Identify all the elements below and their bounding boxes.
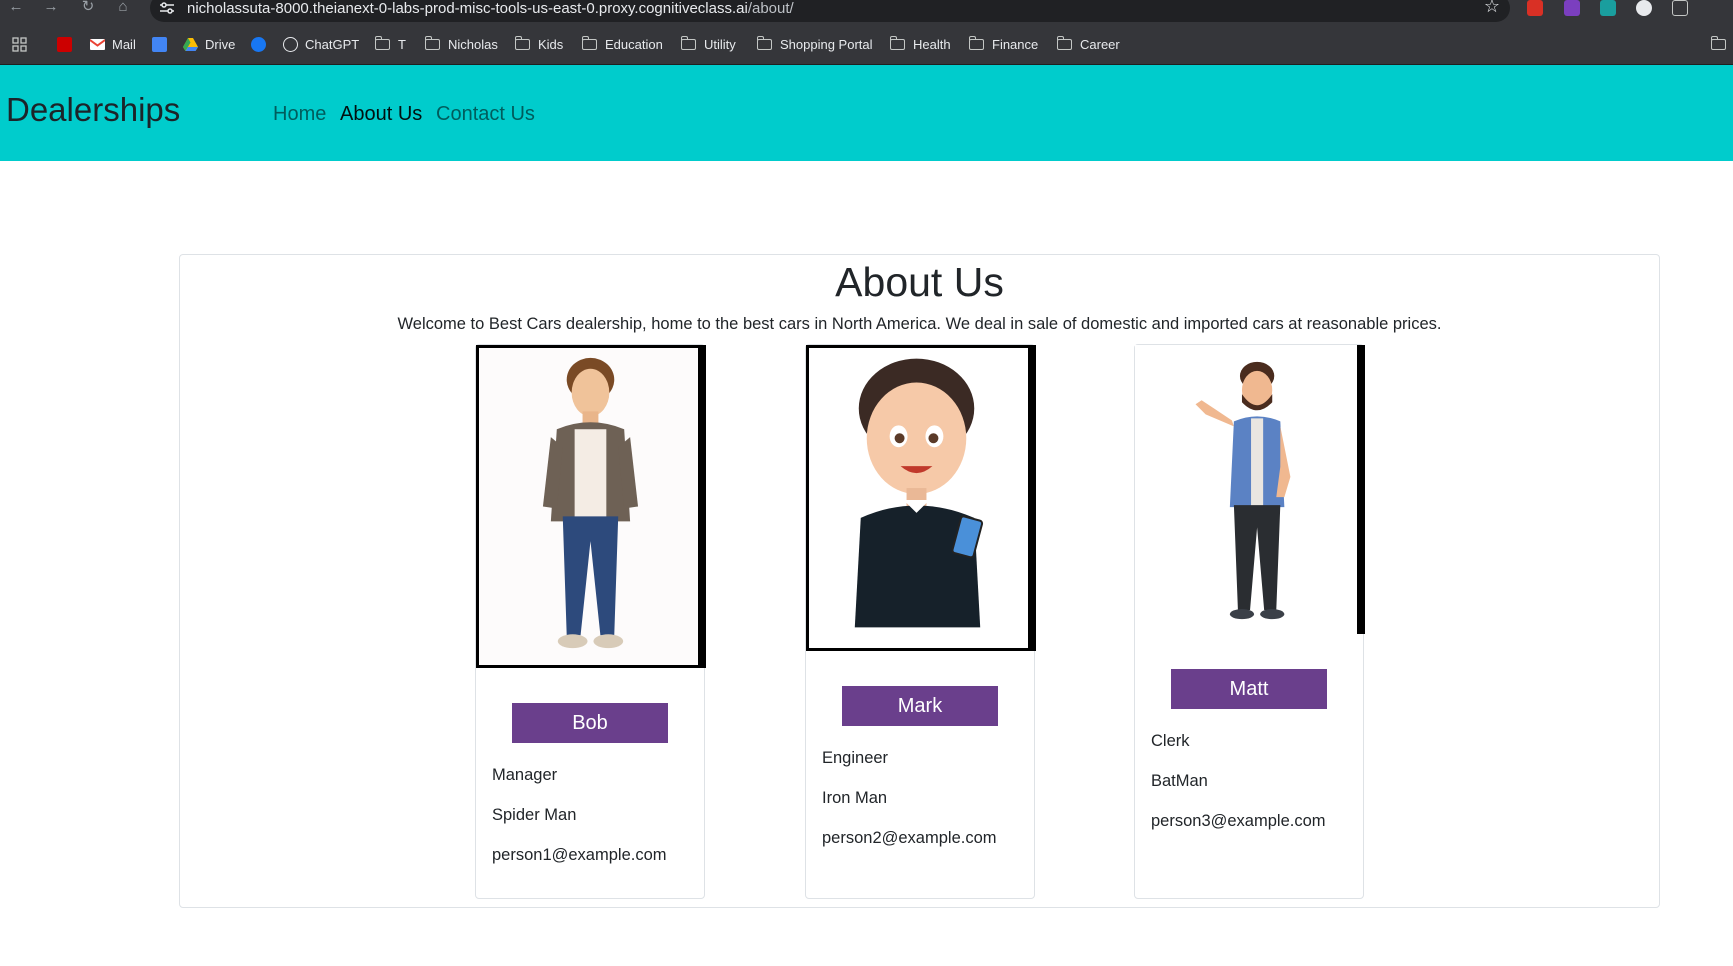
bookmark-label: Utility	[704, 36, 736, 52]
bookmark-cnn[interactable]	[57, 35, 79, 53]
browser-toolbar: ← → ↻ ⌂ nicholassuta-8000.theianext-0-la…	[0, 0, 1733, 22]
facebook-icon	[251, 36, 266, 52]
cnn-icon	[57, 36, 72, 52]
bookmark-label: Nicholas	[448, 36, 498, 52]
folder-icon	[424, 35, 440, 50]
bookmark-label: ChatGPT	[305, 36, 360, 52]
drive-icon	[183, 37, 198, 51]
bookmark-folder-shopping-portal[interactable]: Shopping Portal	[756, 35, 873, 53]
person-illustration	[479, 348, 698, 665]
person-photo	[1135, 345, 1365, 634]
bookmark-chatgpt[interactable]: ChatGPT	[283, 35, 359, 53]
nav-link-about-us[interactable]: About Us	[340, 103, 422, 126]
folder-icon	[1056, 35, 1072, 50]
page-description: Welcome to Best Cars dealership, home to…	[397, 315, 1442, 333]
home-icon[interactable]: ⌂	[114, 0, 132, 16]
person-name-button[interactable]: Matt	[1171, 669, 1327, 709]
bookmark-label: Finance	[992, 36, 1039, 52]
person-card: Bob Manager Spider Man person1@example.c…	[475, 344, 706, 899]
folder-icon	[889, 35, 905, 50]
folder-icon	[1710, 35, 1726, 50]
nav-link-home[interactable]: Home	[273, 103, 326, 126]
person-illustration	[1135, 345, 1357, 634]
bookmark-folder-kids[interactable]: Kids	[514, 35, 564, 53]
person-title: Clerk	[1151, 732, 1190, 750]
back-icon[interactable]: ←	[7, 0, 25, 16]
gmail-icon	[90, 38, 105, 50]
url-path: /about/	[747, 0, 794, 17]
bookmark-label: Mail	[112, 36, 136, 52]
person-email: person2@example.com	[822, 829, 997, 847]
person-illustration	[809, 348, 1028, 648]
person-email: person1@example.com	[492, 846, 667, 864]
bookmark-label: T	[398, 36, 406, 52]
bookmark-facebook[interactable]	[251, 35, 273, 53]
bookmark-label: Career	[1080, 36, 1120, 52]
bookmark-folder-utility[interactable]: Utility	[680, 35, 736, 53]
bookmark-folder-career[interactable]: Career	[1056, 35, 1120, 53]
all-bookmarks-folder[interactable]	[1710, 35, 1733, 53]
person-title: Manager	[492, 766, 558, 784]
person-email: person3@example.com	[1151, 812, 1326, 830]
bookmark-label: Shopping Portal	[780, 36, 873, 52]
person-photo	[806, 345, 1036, 651]
folder-icon	[680, 35, 696, 50]
folder-icon	[968, 35, 984, 50]
bookmark-star-icon[interactable]: ☆	[1484, 0, 1500, 17]
bookmark-folder-t[interactable]: T	[374, 35, 406, 53]
extension-icon-s[interactable]	[1636, 0, 1652, 16]
person-card: Mark Engineer Iron Man person2@example.c…	[805, 344, 1036, 899]
forward-icon[interactable]: →	[42, 0, 60, 16]
download-icon[interactable]	[1600, 0, 1616, 16]
person-name-button[interactable]: Bob	[512, 703, 668, 743]
apps-grid-icon[interactable]	[12, 35, 27, 53]
bookmark-label: Education	[605, 36, 663, 52]
person-description: BatMan	[1151, 772, 1208, 790]
site-navbar: Dealerships Home About Us Contact Us	[0, 65, 1733, 161]
bookmark-folder-education[interactable]: Education	[581, 35, 663, 53]
navbar-brand[interactable]: Dealerships	[6, 91, 180, 129]
extension-icon-red[interactable]	[1527, 0, 1543, 16]
folder-icon	[756, 35, 772, 50]
folder-icon	[374, 35, 390, 50]
bookmark-folder-finance[interactable]: Finance	[968, 35, 1039, 53]
page-title: About Us	[835, 259, 1004, 305]
bookmark-drive[interactable]: Drive	[183, 35, 235, 53]
calendar-icon	[152, 36, 167, 52]
person-title: Engineer	[822, 749, 889, 767]
chatgpt-icon	[283, 36, 298, 52]
reload-icon[interactable]: ↻	[79, 0, 97, 16]
bookmark-folder-health[interactable]: Health	[889, 35, 951, 53]
bookmark-label: Kids	[538, 36, 564, 52]
bookmark-mail[interactable]: Mail	[90, 35, 136, 53]
bookmark-label: Drive	[205, 36, 236, 52]
url-host: nicholassuta-8000.theianext-0-labs-prod-…	[187, 0, 748, 17]
url-text[interactable]: nicholassuta-8000.theianext-0-labs-prod-…	[187, 0, 794, 17]
person-card: Matt Clerk BatMan person3@example.com	[1134, 344, 1365, 899]
bookmark-folder-nicholas[interactable]: Nicholas	[424, 35, 498, 53]
bookmark-label: Health	[913, 36, 951, 52]
bookmarks-bar: Mail Drive ChatGPT T Nicholas Kids Educa…	[0, 22, 1733, 65]
extension-icon-purple[interactable]	[1564, 0, 1580, 16]
person-description: Iron Man	[822, 789, 888, 807]
nav-link-contact-us[interactable]: Contact Us	[436, 103, 535, 126]
extensions-puzzle-icon[interactable]	[1672, 0, 1688, 16]
person-description: Spider Man	[492, 806, 577, 824]
folder-icon	[581, 35, 597, 50]
bookmark-calendar[interactable]	[152, 35, 174, 53]
person-name-button[interactable]: Mark	[842, 686, 998, 726]
person-photo	[476, 345, 706, 668]
folder-icon	[514, 35, 530, 50]
address-bar[interactable]: nicholassuta-8000.theianext-0-labs-prod-…	[150, 0, 1510, 22]
site-settings-icon[interactable]	[160, 2, 174, 14]
